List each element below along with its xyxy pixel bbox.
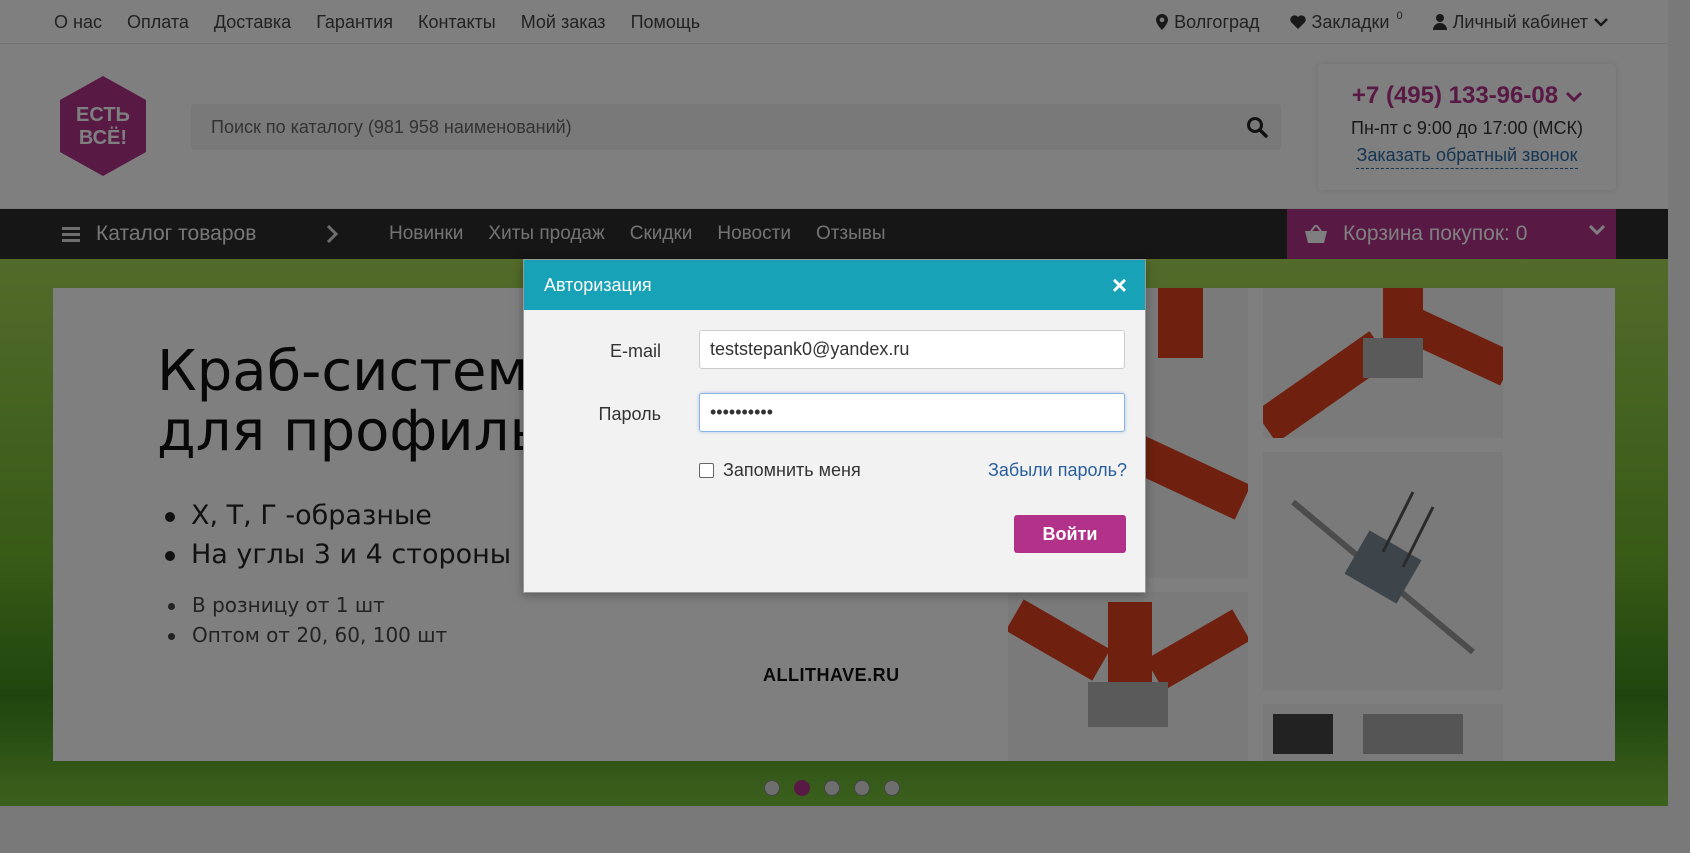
email-field[interactable]	[699, 330, 1125, 369]
email-label: E-mail	[609, 341, 661, 361]
remember-checkbox[interactable]	[699, 463, 714, 478]
modal-title: Авторизация	[544, 274, 652, 295]
close-icon[interactable]: ×	[1112, 272, 1127, 298]
login-button[interactable]: Войти	[1014, 515, 1126, 553]
auth-modal: Авторизация × E-mail Пароль Запомнить ме…	[523, 259, 1146, 593]
password-field[interactable]	[699, 393, 1125, 432]
remember-label: Запомнить меня	[723, 460, 861, 480]
remember-me[interactable]: Запомнить меня	[699, 460, 861, 481]
forgot-password-link[interactable]: Забыли пароль?	[988, 460, 1127, 481]
modal-header: Авторизация ×	[524, 260, 1145, 310]
password-label: Пароль	[598, 404, 661, 424]
